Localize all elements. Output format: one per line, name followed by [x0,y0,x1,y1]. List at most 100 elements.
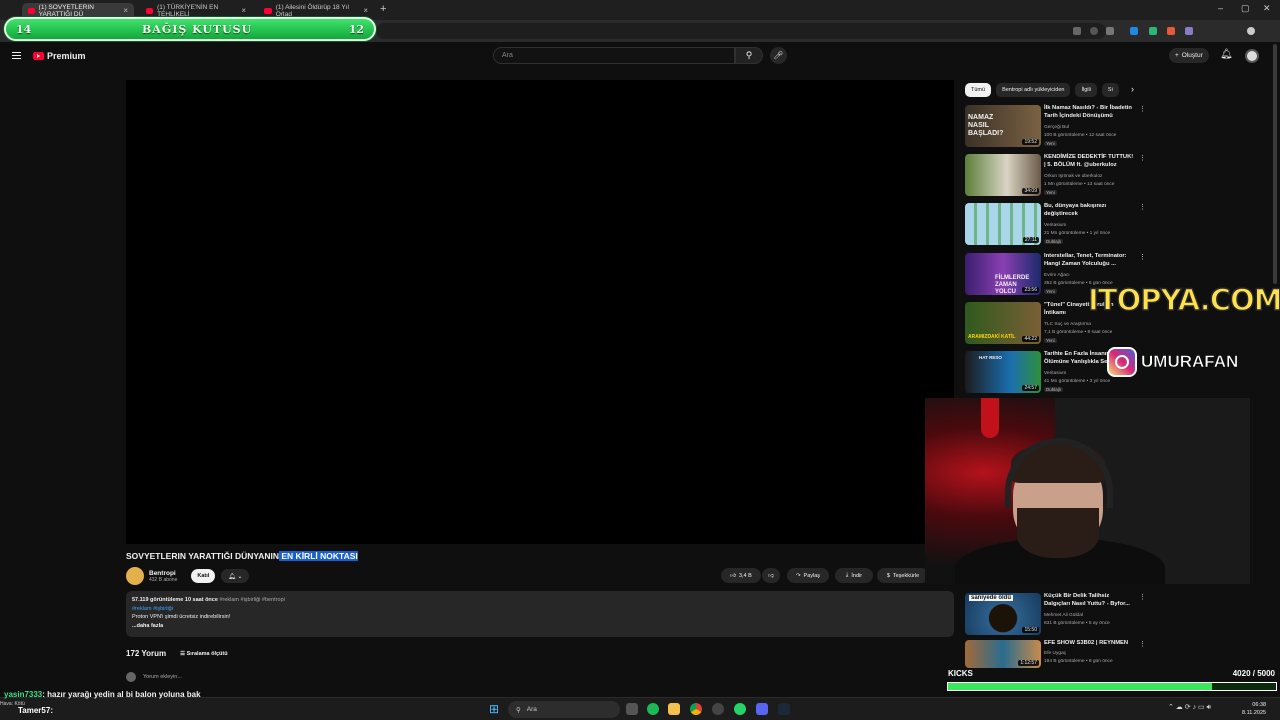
minimize-button[interactable]: – [1218,3,1223,13]
close-tab-icon[interactable]: × [123,6,128,15]
file-explorer-icon[interactable] [668,703,680,715]
browser-tab-1[interactable]: (1) SOVYETLERIN YARATTIĞI DÜ × [22,3,134,18]
video-channel[interactable]: Efe Uygaç [1044,650,1144,657]
video-thumbnail[interactable]: HAT RESO 24:57 [965,351,1041,393]
video-thumbnail[interactable]: 1:12:57 [965,640,1041,668]
recommendation-item[interactable]: 34:09 KENDİMİZE DEDEKTİF TUTTUK! | 5. BÖ… [965,154,1150,198]
steam-icon[interactable] [778,703,790,715]
search-button[interactable]: ⚲ [735,47,763,64]
create-button[interactable]: + Oluştur [1169,48,1209,63]
video-title[interactable]: KENDİMİZE DEDEKTİF TUTTUK! | 5. BÖLÜM ft… [1044,154,1136,169]
video-title[interactable]: EFE SHOW S3B02 | REYNMEN [1044,640,1136,648]
sort-button[interactable]: ☰ Sıralama ölçütü [180,651,227,657]
extension-blue-icon[interactable] [1130,27,1138,35]
video-title[interactable]: Bu, dünyaya bakışınızı değiştirecek [1044,203,1136,218]
page-scrollbar[interactable] [1273,44,1277,284]
chip-uploader[interactable]: Bentropi adlı yükleyiciden [996,83,1071,97]
video-badge: Yeni [1044,190,1057,195]
user-avatar [126,672,136,682]
new-tab-button[interactable]: + [380,3,386,15]
more-options-icon[interactable]: ⋮ [1139,105,1146,113]
add-comment-input[interactable]: Yorum ekleyin... [143,674,182,680]
recommendation-item[interactable]: NAMAZ NASIL BAŞLADI? 19:52 İlk Namaz Nas… [965,105,1150,149]
dislike-button[interactable]: 👎︎ [762,568,780,583]
add-comment-row[interactable]: Yorum ekleyin... [126,672,182,682]
chip-more[interactable]: Si [1101,83,1119,97]
youtube-header: Premium Ara ⚲ 🎤︎ + Oluştur 🔔︎ [0,42,1280,70]
extension-purple-icon[interactable] [1185,27,1193,35]
chip-all[interactable]: Tümü [965,83,992,97]
maximize-button[interactable]: ▢ [1241,3,1250,14]
more-options-icon[interactable]: ⋮ [1139,154,1146,162]
video-title[interactable]: Küçük Bir Delik Talihsiz Dalgıçları Nası… [1044,593,1136,608]
thanks-button[interactable]: $ Teşekkürle [877,568,929,583]
video-thumbnail[interactable]: 34:09 [965,154,1041,196]
close-window-button[interactable]: ✕ [1263,3,1271,14]
chip-related[interactable]: İlgili [1075,83,1097,97]
more-options-icon[interactable]: ⋮ [1139,593,1146,601]
description-hashtags[interactable]: #reklam #işbirliği [132,605,948,614]
recommendation-item[interactable]: saniyede öldü 15:50 Küçük Bir Delik Tali… [965,593,1150,637]
profile-icon[interactable] [1247,27,1255,35]
chrome-icon[interactable] [690,703,702,715]
channel-subscribers: 432 B abone [149,576,178,583]
video-thumbnail[interactable]: saniyede öldü 15:50 [965,593,1041,635]
video-channel[interactable]: Evrim Ağacı [1044,272,1144,279]
browser-tab-2[interactable]: (1) TÜRKİYE'NİN EN TEHLİKELİ × [140,3,252,18]
video-title[interactable]: Interstellar, Tenet, Terminator: Hangi Z… [1044,253,1136,268]
whatsapp-icon[interactable] [734,703,746,715]
channel-avatar[interactable] [126,567,144,585]
like-button[interactable]: 👍︎ 3,4 B [721,568,761,583]
video-duration: 34:09 [1022,188,1039,194]
kicks-progress-fill [948,683,1212,690]
spotify-icon[interactable] [647,703,659,715]
extension-orange-icon[interactable] [1167,27,1175,35]
video-thumbnail[interactable]: NAMAZ NASIL BAŞLADI? 19:52 [965,105,1041,147]
more-options-icon[interactable]: ⋮ [1139,203,1146,211]
bookmark-star-icon[interactable] [1106,27,1114,35]
account-avatar[interactable] [1245,49,1259,63]
chevron-right-icon[interactable]: › [1131,84,1134,94]
taskbar-search[interactable]: ⚲ Ara [508,701,620,718]
start-button[interactable]: ⊞ [489,702,499,716]
video-thumbnail[interactable]: FİLMLERDE ZAMAN YOLCU 23:56 [965,253,1041,295]
subscription-bell-button[interactable]: 🔔︎ ⌄ [221,569,250,583]
channel-name[interactable]: Bentropi [149,570,177,577]
more-options-icon[interactable]: ⋮ [1139,253,1146,261]
show-more-link[interactable]: ...daha fazla [132,622,948,631]
video-thumbnail[interactable]: ARAMIZDAKİ KATİL 44:22 [965,302,1041,344]
notifications-bell-icon[interactable]: 🔔︎ [1220,49,1233,60]
video-player[interactable] [126,80,954,544]
video-channel[interactable]: Veritasium [1044,222,1144,229]
menu-icon[interactable] [12,52,21,59]
video-channel[interactable]: TLC Suç ve Araştırma [1044,321,1144,328]
download-button[interactable]: ⤓ İndir [835,568,873,583]
extension-icon[interactable] [1073,27,1081,35]
browser-tab-3[interactable]: (1) Ailesini Öldürüp 18 Yıl Ortad × [258,3,374,18]
share-button[interactable]: ↷ Paylaş [787,568,829,583]
zoom-icon[interactable] [1090,27,1098,35]
close-tab-icon[interactable]: × [363,6,368,15]
recommendation-item[interactable]: 1:12:57 EFE SHOW S3B02 | REYNMEN Efe Uyg… [965,640,1150,668]
search-input[interactable]: Ara [493,47,735,64]
voice-search-button[interactable]: 🎤︎ [770,47,787,64]
extension-green-icon[interactable] [1149,27,1157,35]
video-title[interactable]: İlk Namaz Nasıldı? - Bir İbadetin Tarih … [1044,105,1136,120]
address-bar[interactable] [376,23,1106,39]
discord-icon[interactable] [756,703,768,715]
close-tab-icon[interactable]: × [241,6,246,15]
youtube-logo[interactable]: Premium [33,51,86,61]
video-thumbnail[interactable]: 27:11 [965,203,1041,245]
recommendation-item[interactable]: 27:11 Bu, dünyaya bakışınızı değiştirece… [965,203,1150,247]
video-meta: 21 Mn görüntüleme • 1 yıl önce [1044,231,1111,236]
more-options-icon[interactable]: ⋮ [1139,640,1146,648]
obs-icon[interactable] [712,703,724,715]
task-view-icon[interactable] [626,703,638,715]
video-channel[interactable]: Gerçeği Bul [1044,124,1144,131]
video-channel[interactable]: Mehmet Ali Güldal [1044,612,1144,619]
video-channel[interactable]: Orkun Işıtmak ve uberkuloz [1044,173,1144,180]
taskbar-clock[interactable]: 06:38 8.11.2025 [1242,701,1266,717]
join-button[interactable]: Katıl [191,569,216,583]
video-description[interactable]: 57.119 görüntüleme 10 saat önce #reklam … [126,591,954,637]
system-tray[interactable]: ⌃ ☁ ⟳ ♪ ▭ 🔊︎ [1168,703,1211,712]
